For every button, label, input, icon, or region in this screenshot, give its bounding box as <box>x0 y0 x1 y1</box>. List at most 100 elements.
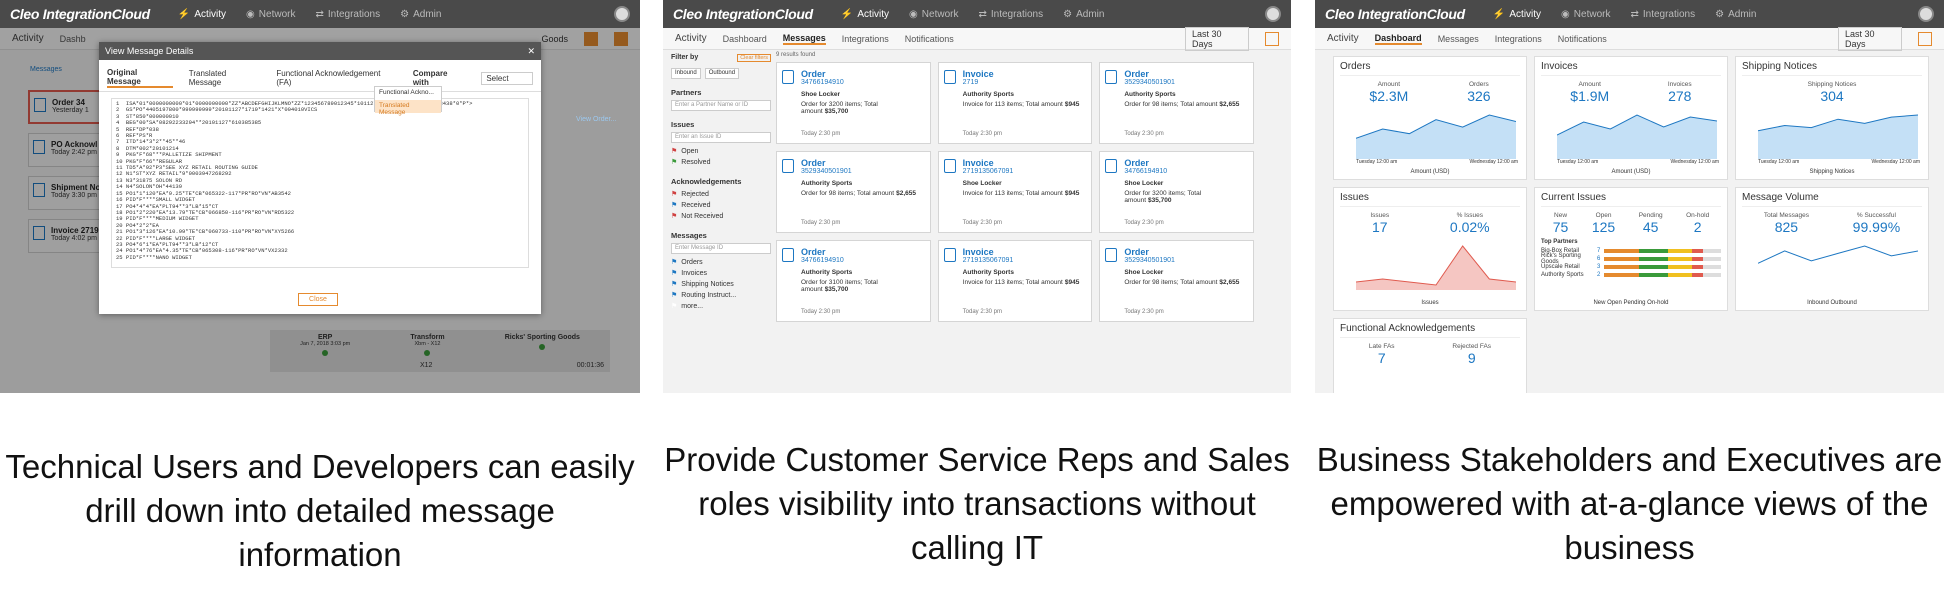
nav-integrations[interactable]: ⇄ Integrations <box>315 9 380 20</box>
filter-option-label: Resolved <box>681 159 711 166</box>
filter-option[interactable]: ⚑ Invoices <box>671 268 771 279</box>
card-amount: $35,700 <box>1148 197 1172 204</box>
kpi: Late FAs 7 <box>1369 343 1395 366</box>
kpi: Issues 17 <box>1370 212 1389 235</box>
gear-icon: ⚙ <box>400 8 410 20</box>
filter-option[interactable]: ⚑ Routing Instruct... <box>671 290 771 301</box>
inbound-toggle[interactable]: Inbound <box>671 68 701 79</box>
avatar[interactable] <box>614 6 630 22</box>
date-range-select[interactable]: Last 30 Days <box>1838 26 1902 51</box>
tab-integrations[interactable]: Integrations <box>842 34 889 44</box>
card-company: Shoe Locker <box>1124 180 1164 187</box>
filter-option-label: Not Received <box>681 213 724 220</box>
kpi-label: Issues <box>1370 212 1390 219</box>
tab-messages[interactable]: Messages <box>1438 34 1479 44</box>
nav-activity[interactable]: ⚡ Activity <box>841 9 889 20</box>
panel-title: Current Issues <box>1541 192 1721 207</box>
tab-dashboard[interactable]: Dashboard <box>1374 33 1422 45</box>
dashboard-panel[interactable]: Invoices Amount $1.9M Invoices 278 Amount (US… <box>1534 56 1728 180</box>
message-card[interactable]: Order 3529340501901 Shoe Locker Order for 9… <box>1099 240 1254 322</box>
dropdown-option-translated[interactable]: Translated Message <box>375 100 441 116</box>
nav-network[interactable]: ◉ Network <box>246 9 295 20</box>
avatar[interactable] <box>1918 6 1934 22</box>
message-card[interactable]: Order 3529340501901 Authority Sports Order … <box>1099 62 1254 144</box>
filter-title: Filter by <box>671 54 699 61</box>
logo: Cleo IntegrationCloud <box>1325 6 1465 22</box>
dashboard-panel[interactable]: Current Issues New 75 Open 125 Pending 45 On-ho… <box>1534 187 1728 311</box>
panel-title: Invoices <box>1541 61 1721 76</box>
message-card[interactable]: Invoice 2719 Authority Sports Invoice for 1… <box>937 62 1093 144</box>
clear-filters-button[interactable]: Clear filters <box>737 54 771 62</box>
filter-option[interactable]: ⚑ Shipping Notices <box>671 279 771 290</box>
close-button[interactable]: Close <box>298 293 338 306</box>
tab-integrations[interactable]: Integrations <box>1495 34 1542 44</box>
tab-notifications[interactable]: Notifications <box>1558 34 1607 44</box>
nav-integrations[interactable]: ⇄ Integrations <box>1630 9 1695 20</box>
tab-dashboard[interactable]: Dashboard <box>723 34 767 44</box>
issue-search-input[interactable]: Enter an Issue ID <box>671 132 771 143</box>
message-card[interactable]: Order 34766194910 Shoe Locker Order for 320… <box>1099 151 1254 233</box>
tab-translated-message[interactable]: Translated Message <box>189 69 261 87</box>
dashboard-panel[interactable]: Shipping Notices Shipping Notices 304 Shipp… <box>1735 56 1929 180</box>
issues-heading: Issues <box>671 120 695 129</box>
nav-admin[interactable]: ⚙ Admin <box>1063 9 1104 20</box>
filter-option[interactable]: ⚑ Received <box>671 200 771 211</box>
tab-notifications[interactable]: Notifications <box>905 34 954 44</box>
dashboard-panel[interactable]: Functional Acknowledgements Late FAs 7 Reje… <box>1333 318 1527 393</box>
tab-fa[interactable]: Functional Acknowledgement (FA) <box>276 69 396 87</box>
kpi-label: Orders <box>1468 81 1489 88</box>
export-button[interactable] <box>1265 31 1279 46</box>
filter-option[interactable]: ⚑ Open <box>671 146 771 157</box>
nav-activity[interactable]: ⚡ Activity <box>178 9 226 20</box>
kpi-value: 0.02% <box>1449 219 1490 235</box>
filter-option[interactable]: ⚑ Resolved <box>671 157 771 168</box>
message-card[interactable]: Invoice 2719135067091 Shoe Locker Invoice f… <box>937 151 1093 233</box>
message-card[interactable]: Order 34766194910 Authority Sports Order fo… <box>776 240 931 322</box>
card-summary: Invoice for 113 items; Total amount <box>962 101 1063 108</box>
kpi-value: 17 <box>1371 219 1388 235</box>
card-type: Invoice <box>962 247 994 257</box>
dashboard-panel[interactable]: Message Volume Total Messages 825 % Success… <box>1735 187 1929 311</box>
nav-activity[interactable]: ⚡ Activity <box>1493 9 1541 20</box>
edit-button[interactable] <box>1918 31 1932 46</box>
message-card[interactable]: Order 3529340501901 Authority Sports Order … <box>776 151 931 233</box>
partner-search-input[interactable]: Enter a Partner Name or ID <box>671 100 771 111</box>
dashboard-panel[interactable]: Orders Amount $2.3M Orders 326 Amount (USD) Tu… <box>1333 56 1527 180</box>
partner-name: Authority Sports <box>1541 272 1584 278</box>
date-range-select[interactable]: Last 30 Days <box>1185 26 1249 51</box>
card-date: Today 2:30 pm <box>962 131 1003 137</box>
nav-network[interactable]: ◉ Network <box>1561 9 1610 20</box>
nav-admin[interactable]: ⚙ Admin <box>400 9 441 20</box>
filter-option[interactable]: ⚑ Orders <box>671 257 771 268</box>
filter-option[interactable]: ⚑ more... <box>671 301 771 312</box>
kpi-value: $1.9M <box>1570 88 1610 104</box>
message-card[interactable]: Order 34766194910 Shoe Locker Order for 320… <box>776 62 931 144</box>
view-order-link[interactable]: View Order... <box>576 116 616 123</box>
bar-seg <box>1604 273 1640 277</box>
nav-network[interactable]: ◉ Network <box>909 9 958 20</box>
dropdown-option-fa[interactable]: Functional Ackno... <box>375 87 441 100</box>
message-card[interactable]: Invoice 2719135067091 Authority Sports Invo… <box>937 240 1093 322</box>
message-cards: Order 34766194910 Shoe Locker Order for 320… <box>776 62 1254 322</box>
card-company: Shoe Locker <box>962 180 1002 187</box>
top-nav: Cleo IntegrationCloud ⚡ Activity ◉ Network… <box>663 0 1291 28</box>
filter-option[interactable]: ⚑ Rejected <box>671 189 771 200</box>
kpi: Rejected FAs 9 <box>1452 343 1491 366</box>
tab-original-message[interactable]: Original Message <box>107 68 173 88</box>
outbound-toggle[interactable]: Outbound <box>704 68 740 79</box>
message-id-input[interactable]: Enter Message ID <box>671 243 771 254</box>
filter-option[interactable]: ⚑ Not Received <box>671 211 771 222</box>
close-icon[interactable]: ✕ <box>527 46 535 56</box>
avatar[interactable] <box>1265 6 1281 22</box>
tab-messages[interactable]: Messages <box>782 33 826 45</box>
nav-admin[interactable]: ⚙ Admin <box>1715 9 1756 20</box>
filter-option-label: Invoices <box>681 270 707 277</box>
kpi-label: Late FAs <box>1368 343 1395 350</box>
compare-select[interactable]: Select <box>481 71 533 85</box>
card-id: 2719 <box>962 79 979 86</box>
document-icon <box>1105 159 1118 173</box>
kpi-value: 9 <box>1467 350 1476 366</box>
panel-legend: Amount (USD) <box>1611 169 1651 175</box>
nav-integrations[interactable]: ⇄ Integrations <box>978 9 1043 20</box>
dashboard-panel[interactable]: Issues Issues 17% Issues 0.02% Issues <box>1333 187 1527 311</box>
